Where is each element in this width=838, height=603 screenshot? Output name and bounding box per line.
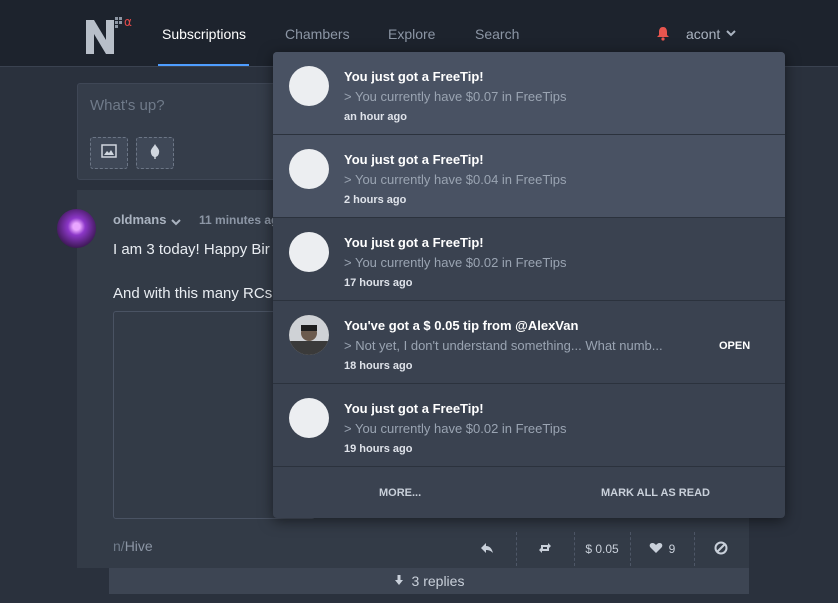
replies-label: 3 replies [411,573,465,589]
svg-text:α: α [124,15,132,29]
composer-input[interactable]: What's up? [90,97,165,114]
notification-item[interactable]: You just got a FreeTip! > You currently … [273,218,785,301]
reshare-button[interactable] [528,532,562,566]
notification-bell-icon[interactable] [656,26,670,46]
tab-search[interactable]: Search [475,26,519,42]
notification-message: > You currently have $0.04 in FreeTips [344,172,567,187]
notification-time: 17 hours ago [344,277,413,289]
flame-icon [149,143,161,164]
post-text-line: I am 3 today! Happy Bir [113,241,270,258]
notification-avatar [289,149,329,189]
tip-button[interactable]: $ 0.05 [580,532,624,566]
notification-message: > Not yet, I don't understand something.… [344,338,663,353]
active-tab-indicator [158,64,249,66]
heart-icon [649,542,663,557]
reply-icon [480,542,494,557]
tab-chambers[interactable]: Chambers [285,26,350,42]
tab-explore[interactable]: Explore [388,26,435,42]
mark-all-read-button[interactable]: MARK ALL AS READ [601,487,710,499]
notification-title: You just got a FreeTip! [344,235,484,250]
notification-item[interactable]: You've got a $ 0.05 tip from @AlexVan > … [273,301,785,384]
tab-subscriptions[interactable]: Subscriptions [162,26,246,42]
like-button[interactable]: 9 [642,532,682,566]
notification-time: 19 hours ago [344,443,413,455]
notification-title: You've got a $ 0.05 tip from @AlexVan [344,318,579,333]
notification-title: You just got a FreeTip! [344,401,484,416]
chevron-down-icon[interactable] [171,214,181,232]
notification-message: > You currently have $0.07 in FreeTips [344,89,567,104]
more-button[interactable]: MORE... [379,487,421,499]
notification-item[interactable]: You just got a FreeTip! > You currently … [273,384,785,467]
dropdown-footer: MORE... MARK ALL AS READ [273,471,785,518]
author-avatar[interactable] [57,209,96,248]
like-count: 9 [668,542,676,556]
author-name[interactable]: oldmans [113,212,166,227]
notification-avatar [289,398,329,438]
notification-time: an hour ago [344,111,407,123]
notification-item[interactable]: You just got a FreeTip! > You currently … [273,52,785,135]
hive-button[interactable] [136,137,174,169]
notification-message: > You currently have $0.02 in FreeTips [344,255,567,270]
notification-avatar [289,232,329,272]
notification-time: 2 hours ago [344,194,407,206]
post-text-line: And with this many RCs [113,285,273,302]
repost-icon [538,542,552,557]
show-replies-button[interactable]: 3 replies [109,568,749,594]
user-menu-name[interactable]: acont [686,26,720,42]
add-image-button[interactable] [90,137,128,169]
notification-avatar [289,66,329,106]
notification-title: You just got a FreeTip! [344,152,484,167]
notification-title: You just got a FreeTip! [344,69,484,84]
chevron-down-icon[interactable] [726,26,736,45]
arrow-down-icon [394,573,404,589]
notifications-dropdown: You just got a FreeTip! > You currently … [273,52,785,518]
image-icon [101,143,117,163]
community-link[interactable]: n/Hive [113,538,153,554]
open-button[interactable]: OPEN [719,340,750,352]
app-logo[interactable]: α [84,14,132,58]
notification-avatar [289,315,329,355]
notification-message: > You currently have $0.02 in FreeTips [344,421,567,436]
block-button[interactable] [706,532,736,566]
block-icon [714,541,728,558]
reply-button[interactable] [470,532,504,566]
notification-time: 18 hours ago [344,360,413,372]
notification-item[interactable]: You just got a FreeTip! > You currently … [273,135,785,218]
